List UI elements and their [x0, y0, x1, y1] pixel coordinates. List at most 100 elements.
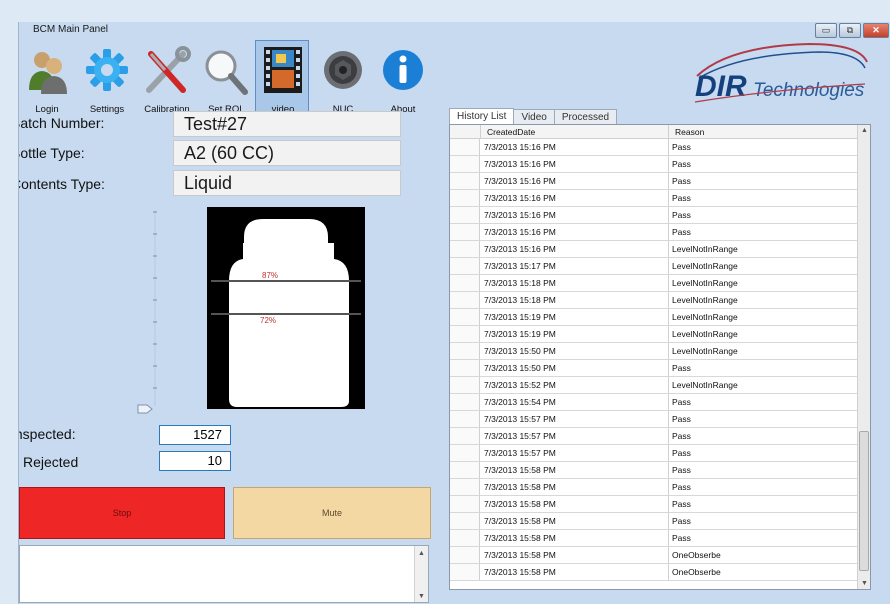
row-header[interactable] — [450, 292, 480, 308]
video-button[interactable]: video — [255, 40, 311, 122]
login-button[interactable]: Login — [19, 40, 75, 122]
row-header[interactable] — [450, 411, 480, 427]
table-row[interactable]: 7/3/2013 15:19 PM LevelNotInRange — [450, 309, 858, 326]
row-header[interactable] — [450, 275, 480, 291]
log-textbox[interactable]: ▲ ▼ — [19, 545, 429, 603]
cell-reason: Pass — [672, 363, 691, 373]
row-header[interactable] — [450, 139, 480, 155]
column-header-created-date[interactable]: CreatedDate — [487, 127, 535, 137]
row-header[interactable] — [450, 428, 480, 444]
row-header[interactable] — [450, 326, 480, 342]
table-row[interactable]: 7/3/2013 15:16 PM Pass — [450, 173, 858, 190]
row-header[interactable] — [450, 496, 480, 512]
table-row[interactable]: 7/3/2013 15:16 PM Pass — [450, 207, 858, 224]
stop-label: Stop — [112, 508, 132, 518]
cell-created-date: 7/3/2013 15:58 PM — [484, 567, 556, 577]
settings-button[interactable]: Settings — [79, 40, 135, 122]
row-header[interactable] — [450, 445, 480, 461]
cell-created-date: 7/3/2013 15:16 PM — [484, 244, 556, 254]
scroll-down-icon[interactable]: ▼ — [418, 593, 425, 600]
grid-scroll-up-icon[interactable]: ▲ — [861, 127, 868, 134]
row-header[interactable] — [450, 258, 480, 274]
row-header[interactable] — [450, 513, 480, 529]
lens-icon — [319, 46, 367, 96]
table-row[interactable]: 7/3/2013 15:18 PM LevelNotInRange — [450, 292, 858, 309]
row-header[interactable] — [450, 479, 480, 495]
batch-number-label: Batch Number: — [18, 115, 105, 131]
log-scrollbar[interactable]: ▲ ▼ — [414, 546, 428, 602]
row-header[interactable] — [450, 462, 480, 478]
grid-scrollbar[interactable]: ▲ ▼ — [857, 125, 870, 589]
row-header[interactable] — [450, 564, 480, 580]
table-row[interactable]: 7/3/2013 15:58 PM Pass — [450, 530, 858, 547]
bottle-type-field[interactable]: A2 (60 CC) — [173, 140, 401, 166]
row-header[interactable] — [450, 309, 480, 325]
table-row[interactable]: 7/3/2013 15:16 PM LevelNotInRange — [450, 241, 858, 258]
row-header[interactable] — [450, 530, 480, 546]
contents-type-field[interactable]: Liquid — [173, 170, 401, 196]
row-header[interactable] — [450, 394, 480, 410]
row-header[interactable] — [450, 190, 480, 206]
table-row[interactable]: 7/3/2013 15:50 PM Pass — [450, 360, 858, 377]
set-roi-button[interactable]: Set ROI — [197, 40, 253, 122]
grid-scroll-down-icon[interactable]: ▼ — [861, 580, 868, 587]
table-row[interactable]: 7/3/2013 15:57 PM Pass — [450, 428, 858, 445]
tab-history-list[interactable]: History List — [449, 108, 515, 125]
table-row[interactable]: 7/3/2013 15:17 PM LevelNotInRange — [450, 258, 858, 275]
level-slider-track[interactable] — [147, 210, 163, 410]
cell-reason: LevelNotInRange — [672, 346, 738, 356]
table-row[interactable]: 7/3/2013 15:16 PM Pass — [450, 190, 858, 207]
table-row[interactable]: 7/3/2013 15:54 PM Pass — [450, 394, 858, 411]
table-row[interactable]: 7/3/2013 15:16 PM Pass — [450, 156, 858, 173]
table-row[interactable]: 7/3/2013 15:19 PM LevelNotInRange — [450, 326, 858, 343]
row-header[interactable] — [450, 377, 480, 393]
calibration-button[interactable]: Calibration — [139, 40, 195, 122]
table-row[interactable]: 7/3/2013 15:16 PM Pass — [450, 224, 858, 241]
mute-button[interactable]: Mute — [233, 487, 431, 539]
level-slider-thumb[interactable] — [137, 401, 153, 414]
tab-processed[interactable]: Processed — [553, 109, 618, 125]
table-row[interactable]: 7/3/2013 15:58 PM Pass — [450, 496, 858, 513]
row-header[interactable] — [450, 224, 480, 240]
column-header-reason[interactable]: Reason — [675, 127, 704, 137]
table-row[interactable]: 7/3/2013 15:58 PM Pass — [450, 462, 858, 479]
row-header[interactable] — [450, 547, 480, 563]
history-grid[interactable]: CreatedDate Reason 7/3/2013 15:16 PM Pass… — [449, 124, 871, 590]
grid-scroll-thumb[interactable] — [859, 431, 869, 571]
about-button[interactable]: About — [375, 40, 431, 122]
table-row[interactable]: 7/3/2013 15:58 PM Pass — [450, 479, 858, 496]
table-row[interactable]: 7/3/2013 15:52 PM LevelNotInRange — [450, 377, 858, 394]
table-row[interactable]: 7/3/2013 15:16 PM Pass — [450, 139, 858, 156]
restore-button[interactable]: ⧉ — [839, 23, 861, 38]
cell-created-date: 7/3/2013 15:57 PM — [484, 448, 556, 458]
table-row[interactable]: 7/3/2013 15:58 PM Pass — [450, 513, 858, 530]
table-row[interactable]: 7/3/2013 15:18 PM LevelNotInRange — [450, 275, 858, 292]
cell-reason: LevelNotInRange — [672, 261, 738, 271]
title-bar: BCM Main Panel ▭ ⧉ ✕ — [19, 22, 890, 40]
info-icon — [379, 46, 427, 96]
cell-reason: Pass — [672, 533, 691, 543]
table-row[interactable]: 7/3/2013 15:58 PM OneObserbe — [450, 564, 858, 581]
row-header[interactable] — [450, 156, 480, 172]
cell-created-date: 7/3/2013 15:18 PM — [484, 278, 556, 288]
row-header[interactable] — [450, 360, 480, 376]
row-header[interactable] — [450, 173, 480, 189]
logo-suffix: Technologies — [753, 80, 865, 101]
cell-created-date: 7/3/2013 15:19 PM — [484, 312, 556, 322]
batch-number-field[interactable]: Test#27 — [173, 111, 401, 137]
stop-button[interactable]: Stop — [19, 487, 225, 539]
tab-video[interactable]: Video — [513, 109, 555, 125]
row-header[interactable] — [450, 343, 480, 359]
cell-reason: LevelNotInRange — [672, 295, 738, 305]
minimize-button[interactable]: ▭ — [815, 23, 837, 38]
scroll-up-icon[interactable]: ▲ — [418, 550, 425, 557]
row-header[interactable] — [450, 207, 480, 223]
row-header[interactable] — [450, 241, 480, 257]
table-row[interactable]: 7/3/2013 15:58 PM OneObserbe — [450, 547, 858, 564]
table-row[interactable]: 7/3/2013 15:50 PM LevelNotInRange — [450, 343, 858, 360]
table-row[interactable]: 7/3/2013 15:57 PM Pass — [450, 445, 858, 462]
table-row[interactable]: 7/3/2013 15:57 PM Pass — [450, 411, 858, 428]
window-controls: ▭ ⧉ ✕ — [815, 23, 889, 38]
nuc-button[interactable]: NUC — [315, 40, 371, 122]
close-button[interactable]: ✕ — [863, 23, 889, 38]
